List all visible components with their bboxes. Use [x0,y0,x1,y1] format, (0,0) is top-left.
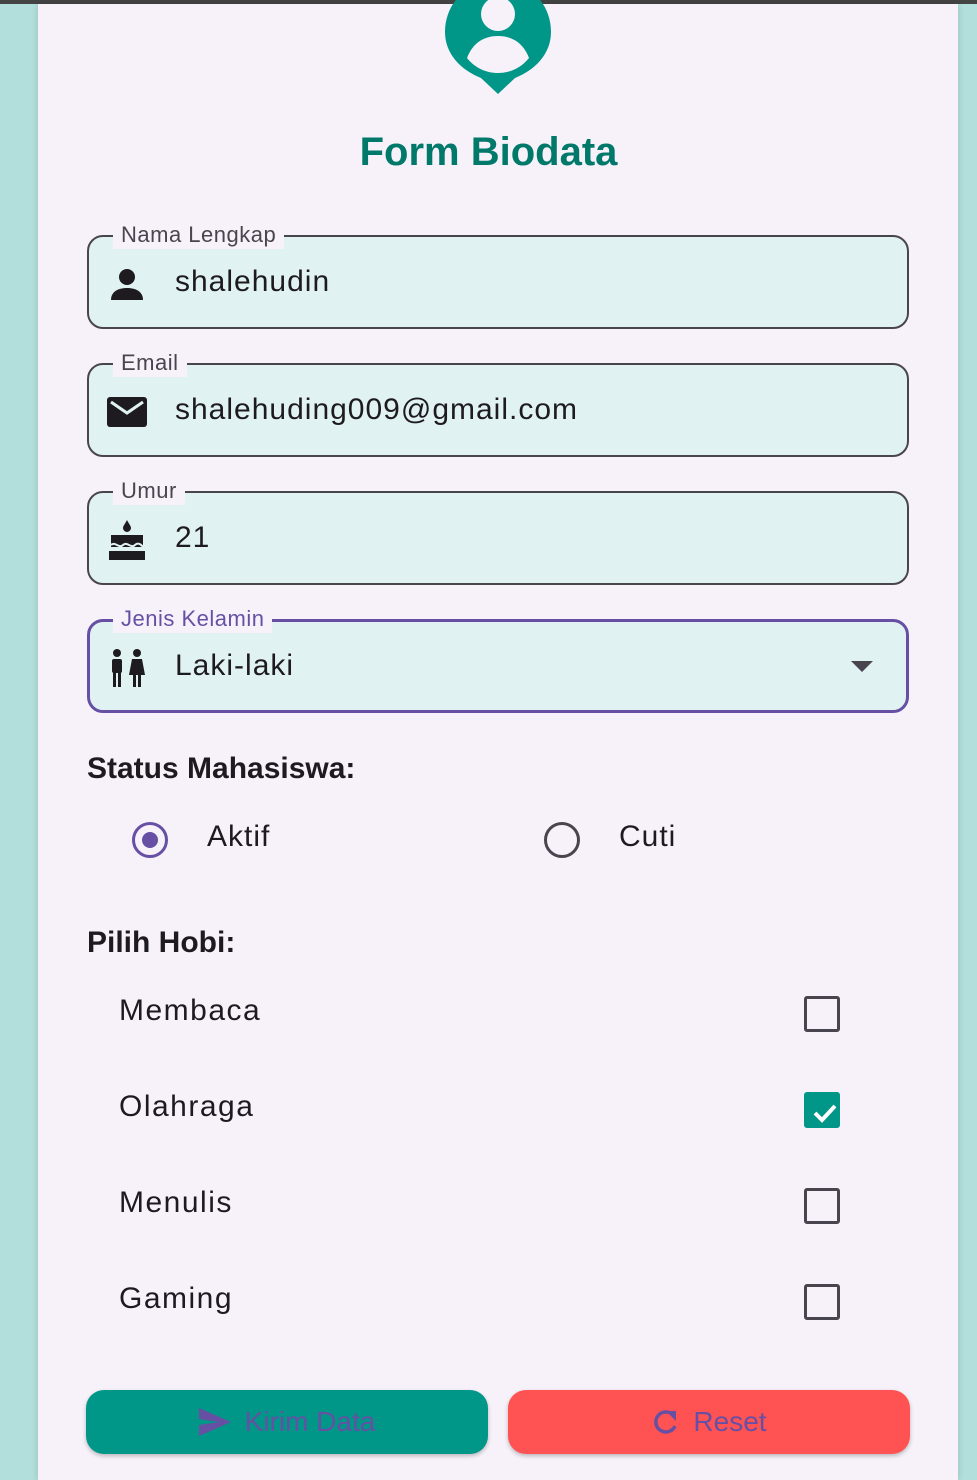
hobby-row-membaca[interactable]: Membaca [87,984,909,1044]
kirim-data-label: Kirim Data [244,1406,376,1437]
wc-icon [112,649,145,687]
kirim-data-button[interactable]: Kirim Data [86,1390,488,1454]
hobby-label-menulis: Menulis [119,1186,233,1219]
reset-label: Reset [693,1406,767,1437]
nama-lengkap-field[interactable]: Nama Lengkap shalehudin [87,221,909,329]
checkbox-olahraga[interactable] [804,1092,840,1128]
jenis-kelamin-label: Jenis Kelamin [113,605,273,633]
jenis-kelamin-value: Laki-laki [175,649,295,682]
nama-lengkap-label: Nama Lengkap [113,221,285,249]
checkbox-gaming[interactable] [804,1284,840,1320]
send-icon [198,1408,231,1436]
checkbox-membaca[interactable] [804,996,840,1032]
reset-button[interactable]: Reset [508,1390,910,1454]
status-mahasiswa-heading: Status Mahasiswa: [87,752,356,785]
radio-button-cuti[interactable] [544,822,580,858]
person-pin-icon [445,0,551,94]
dropdown-arrow-icon[interactable] [851,661,873,672]
umur-label: Umur [113,477,185,505]
hobby-label-olahraga: Olahraga [119,1090,255,1123]
radio-aktif[interactable]: Aktif [130,818,430,862]
hobby-row-olahraga[interactable]: Olahraga [87,1080,909,1140]
refresh-icon [654,1410,678,1434]
page-title: Form Biodata [359,130,618,174]
radio-button-aktif[interactable] [132,822,168,858]
jenis-kelamin-dropdown[interactable]: Jenis Kelamin Laki-laki [87,605,909,713]
umur-field[interactable]: Umur 21 [87,477,909,585]
check-icon [813,1104,837,1123]
hobby-row-menulis[interactable]: Menulis [87,1176,909,1236]
radio-cuti[interactable]: Cuti [542,818,842,862]
pilih-hobi-heading: Pilih Hobi: [87,926,236,959]
mail-icon [107,397,147,427]
email-label: Email [113,349,187,377]
nama-lengkap-input[interactable]: shalehudin [175,262,330,302]
email-field[interactable]: Email shalehuding009@gmail.com [87,349,909,457]
person-icon [111,269,143,300]
hobby-label-gaming: Gaming [119,1282,234,1315]
umur-input[interactable]: 21 [175,518,210,558]
checkbox-menulis[interactable] [804,1188,840,1224]
radio-label-cuti: Cuti [619,820,677,853]
cake-icon [109,520,145,560]
email-input[interactable]: shalehuding009@gmail.com [175,390,578,430]
hobby-label-membaca: Membaca [119,994,262,1027]
radio-label-aktif: Aktif [207,820,271,853]
hobby-row-gaming[interactable]: Gaming [87,1272,909,1332]
